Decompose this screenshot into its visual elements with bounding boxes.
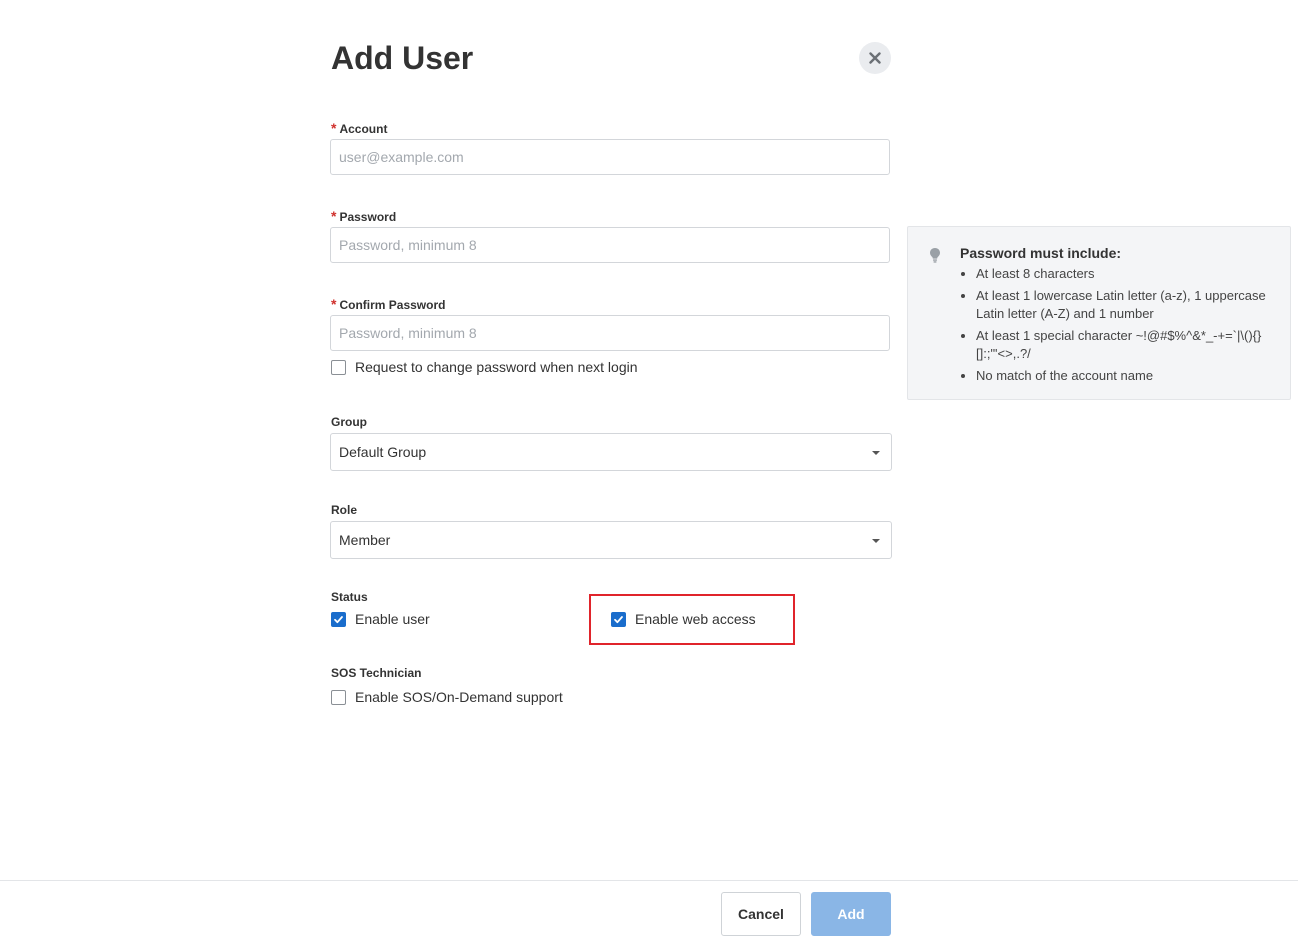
role-select[interactable]: Member [330,521,892,559]
password-label: * Password [331,208,397,224]
checkbox-box[interactable] [331,689,346,705]
account-label: * Account [331,120,388,136]
sos-technician-label: SOS Technician [331,666,422,680]
password-hint-panel: Password must include: At least 8 charac… [907,226,1291,400]
caret-down-icon [872,451,880,455]
page-title: Add User [331,40,474,76]
password-hint-title: Password must include: [960,245,1122,261]
request-change-password-label: Request to change password when next log… [355,359,638,375]
check-icon [334,615,343,623]
password-input[interactable] [330,227,890,263]
password-rule: At least 1 lowercase Latin letter (a-z),… [976,287,1296,323]
group-label: Group [331,415,367,429]
cancel-button[interactable]: Cancel [721,892,801,936]
required-mark: * [331,120,337,136]
add-button[interactable]: Add [811,892,891,936]
highlight-box [589,594,795,645]
close-icon [869,52,881,64]
role-selected-value: Member [339,532,391,548]
close-button[interactable] [859,42,891,74]
enable-sos-checkbox[interactable]: Enable SOS/On-Demand support [331,689,563,705]
required-mark: * [331,208,337,224]
confirm-password-label: * Confirm Password [331,296,446,312]
footer-divider [0,880,1298,881]
enable-user-label: Enable user [355,611,430,627]
password-rule: At least 1 special character ~!@#$%^&*_-… [976,327,1296,363]
lightbulb-icon [929,247,941,268]
password-rule: No match of the account name [976,367,1296,385]
confirm-password-input[interactable] [330,315,890,351]
account-input[interactable] [330,139,890,175]
password-rules-list: At least 8 characters At least 1 lowerca… [960,265,1296,389]
group-selected-value: Default Group [339,444,427,460]
required-mark: * [331,296,337,312]
add-user-dialog: Add User *Account *Password *Confirm Pas… [0,0,1298,940]
password-rule: At least 8 characters [976,265,1296,283]
checkbox-box[interactable] [331,611,346,627]
checkbox-box[interactable] [331,359,346,375]
request-change-password-checkbox[interactable]: Request to change password when next log… [331,359,638,375]
status-label: Status [331,590,368,604]
caret-down-icon [872,539,880,543]
enable-user-checkbox[interactable]: Enable user [331,611,430,627]
enable-sos-label: Enable SOS/On-Demand support [355,689,563,705]
group-select[interactable]: Default Group [330,433,892,471]
role-label: Role [331,503,358,517]
